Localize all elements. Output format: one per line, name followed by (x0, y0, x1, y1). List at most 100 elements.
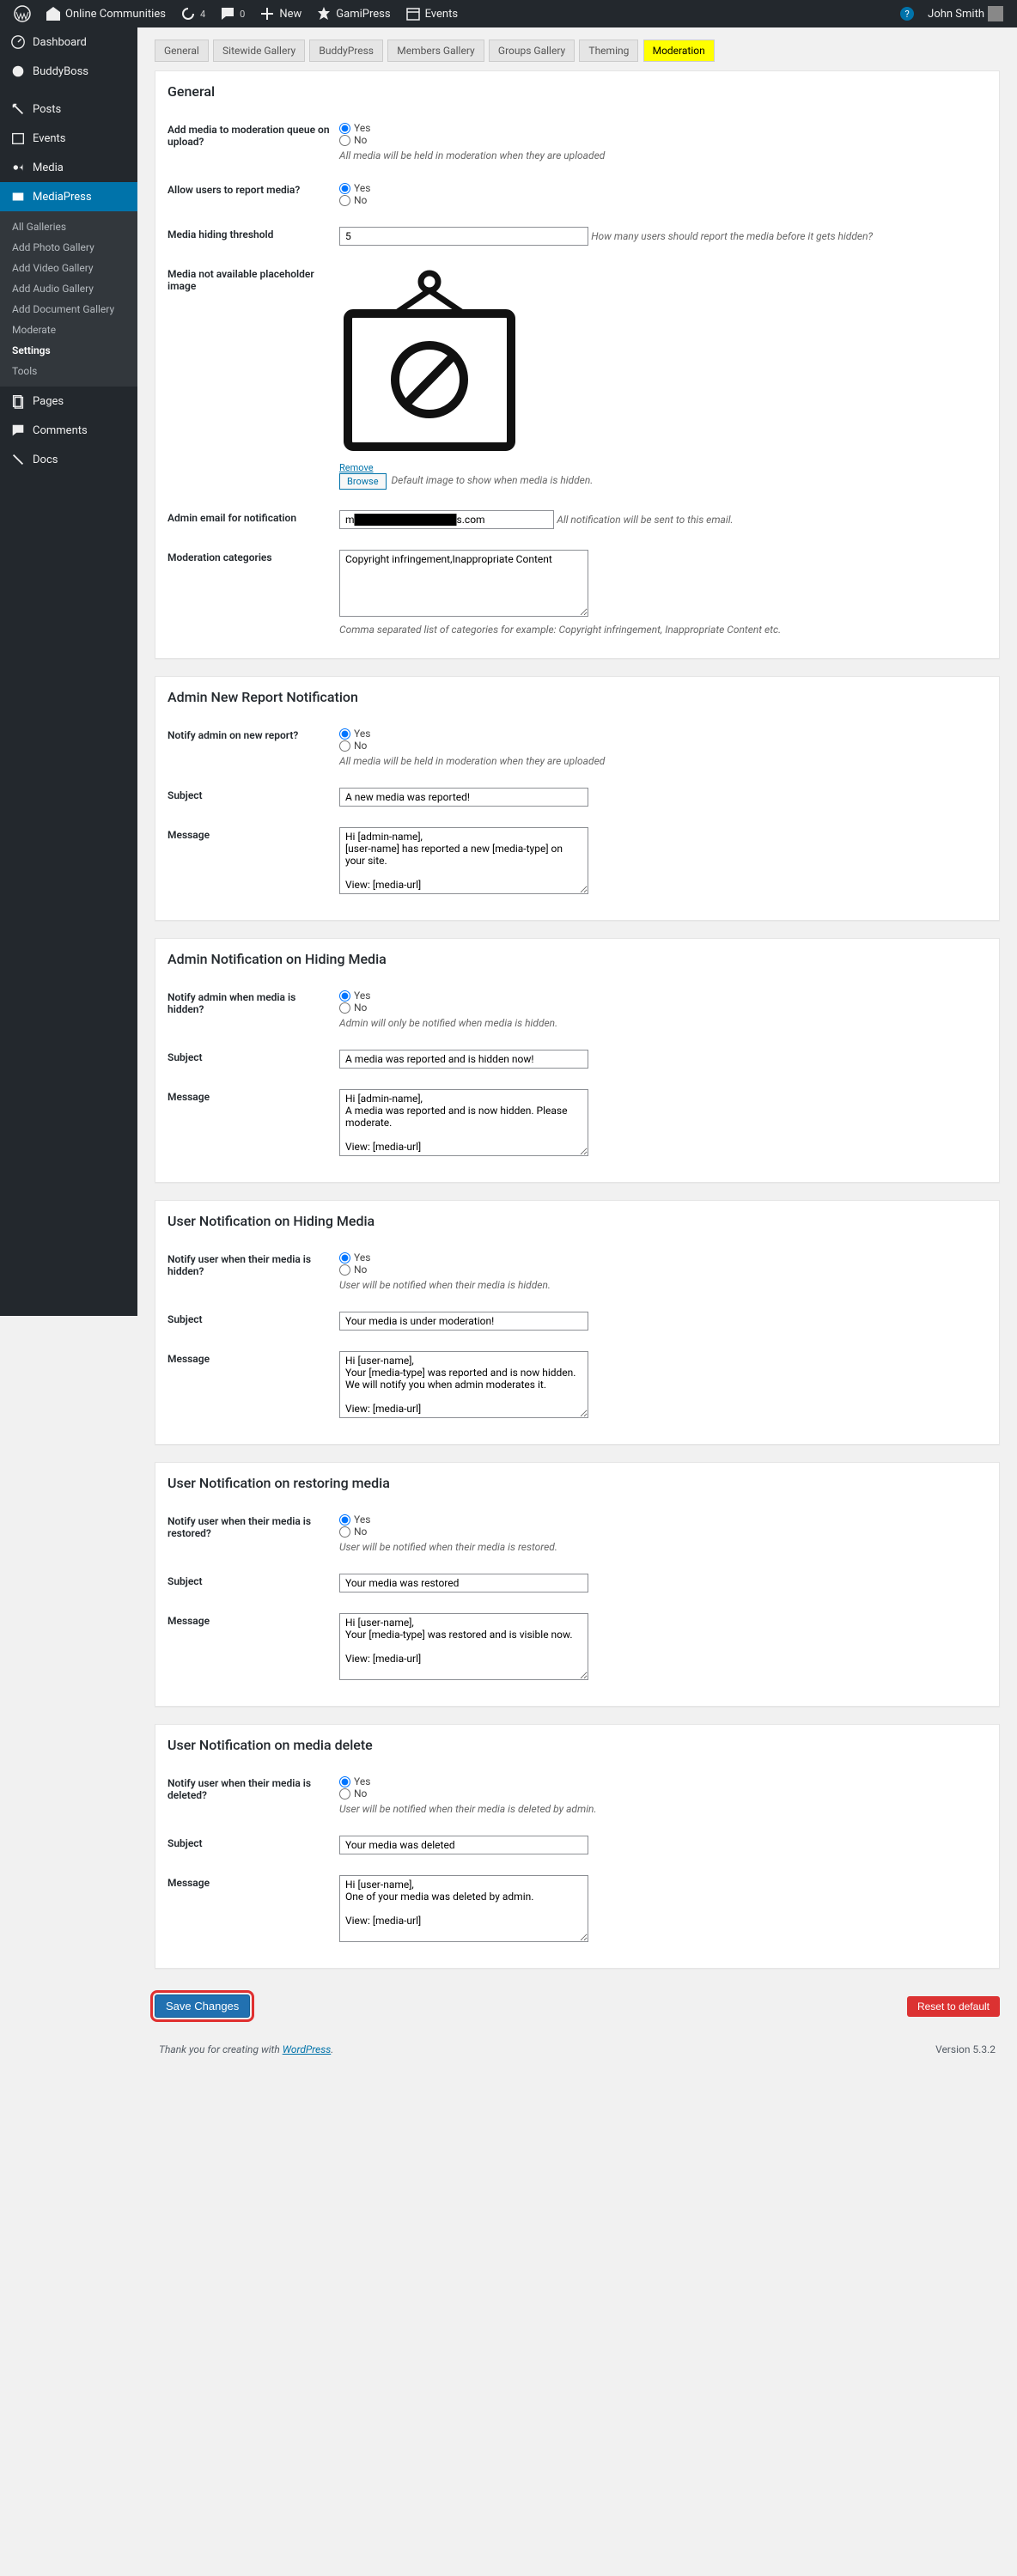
menu-docs[interactable]: Docs (0, 445, 137, 474)
submenu-all-galleries[interactable]: All Galleries (0, 216, 137, 237)
submenu-settings[interactable]: Settings (0, 340, 137, 361)
updates-count: 4 (200, 9, 205, 20)
user_delete-message-label: Message (167, 1865, 339, 1956)
placeholder-desc: Default image to show when media is hidd… (392, 474, 594, 486)
user_hide-message-input[interactable]: Hi [user-name], Your [media-type] was re… (339, 1351, 588, 1418)
events-link-top[interactable]: Events (398, 0, 465, 27)
admin_new-subject-input[interactable] (339, 788, 588, 807)
user_restore-no[interactable] (339, 1526, 350, 1538)
user_hide-subject-label: Subject (167, 1301, 339, 1341)
menu-media[interactable]: Media (0, 153, 137, 182)
add-media-no[interactable] (339, 135, 350, 146)
user_hide-subject-input[interactable] (339, 1312, 588, 1331)
site-name-link[interactable]: Online Communities (38, 0, 173, 27)
footer-wordpress-link[interactable]: WordPress (283, 2043, 332, 2055)
menu-posts[interactable]: Posts (0, 94, 137, 124)
user_restore-notify-label: Notify user when their media is restored… (167, 1503, 339, 1563)
admin_new-message-label: Message (167, 817, 339, 908)
footer-version: Version 5.3.2 (935, 2043, 996, 2055)
admin-email-desc: All notification will be sent to this em… (557, 514, 733, 526)
user_hide-no[interactable] (339, 1264, 350, 1276)
gamipress-text: GamiPress (336, 8, 390, 21)
user_restore-subject-input[interactable] (339, 1574, 588, 1592)
tab-general[interactable]: General (155, 40, 209, 62)
admin-email-input[interactable] (339, 510, 554, 529)
admin-email-label: Admin email for notification (167, 500, 339, 539)
user_hide-notify-desc: User will be notified when their media i… (339, 1279, 987, 1291)
save-button[interactable]: Save Changes (155, 1994, 250, 2018)
gamipress-link[interactable]: GamiPress (308, 0, 397, 27)
add-media-label: Add media to moderation queue on upload? (167, 112, 339, 172)
user_restore-yes[interactable] (339, 1514, 350, 1526)
browse-button[interactable]: Browse (339, 473, 387, 490)
section-admin_hide-title: Admin Notification on Hiding Media (155, 939, 999, 979)
menu-mediapress[interactable]: MediaPress (0, 182, 137, 211)
tab-groups[interactable]: Groups Gallery (489, 40, 575, 62)
threshold-desc: How many users should report the media b… (591, 230, 873, 242)
user_delete-yes[interactable] (339, 1776, 350, 1787)
menu-events[interactable]: Events (0, 124, 137, 153)
add-media-desc: All media will be held in moderation whe… (339, 149, 987, 161)
updates-link[interactable]: 4 (173, 0, 212, 27)
submenu-tools[interactable]: Tools (0, 361, 137, 381)
admin_hide-notify-desc: Admin will only be notified when media i… (339, 1017, 987, 1029)
tab-theming[interactable]: Theming (579, 40, 638, 62)
user_delete-subject-label: Subject (167, 1825, 339, 1865)
categories-desc: Comma separated list of categories for e… (339, 624, 987, 636)
reset-button[interactable]: Reset to default (907, 1996, 1000, 2017)
section-admin_new-title: Admin New Report Notification (155, 677, 999, 717)
admin_hide-no[interactable] (339, 1002, 350, 1014)
admin_new-yes[interactable] (339, 728, 350, 740)
user_delete-notify-desc: User will be notified when their media i… (339, 1803, 987, 1815)
allow-report-no[interactable] (339, 195, 350, 206)
submenu-add-audio[interactable]: Add Audio Gallery (0, 278, 137, 299)
placeholder-label: Media not available placeholder image (167, 256, 339, 500)
user_hide-notify-label: Notify user when their media is hidden? (167, 1241, 339, 1301)
user_delete-notify-label: Notify user when their media is deleted? (167, 1765, 339, 1825)
comments-link[interactable]: 0 (212, 0, 252, 27)
threshold-input[interactable] (339, 227, 588, 246)
avatar-icon (988, 6, 1003, 21)
submenu-add-document[interactable]: Add Document Gallery (0, 299, 137, 320)
menu-pages[interactable]: Pages (0, 387, 137, 416)
wordpress-logo[interactable] (7, 0, 38, 27)
section-user_restore-title: User Notification on restoring media (155, 1463, 999, 1503)
submenu-add-video[interactable]: Add Video Gallery (0, 258, 137, 278)
threshold-label: Media hiding threshold (167, 216, 339, 256)
tab-buddypress[interactable]: BuddyPress (309, 40, 383, 62)
mediapress-submenu: All Galleries Add Photo Gallery Add Vide… (0, 211, 137, 387)
user_restore-subject-label: Subject (167, 1563, 339, 1603)
admin_hide-message-input[interactable]: Hi [admin-name], A media was reported an… (339, 1089, 588, 1156)
user_delete-subject-input[interactable] (339, 1836, 588, 1854)
user_hide-yes[interactable] (339, 1252, 350, 1264)
admin_hide-yes[interactable] (339, 990, 350, 1002)
section-user_delete-title: User Notification on media delete (155, 1725, 999, 1765)
settings-tabs: General Sitewide Gallery BuddyPress Memb… (155, 27, 1000, 70)
user_delete-message-input[interactable]: Hi [user-name], One of your media was de… (339, 1875, 588, 1942)
submenu-add-photo[interactable]: Add Photo Gallery (0, 237, 137, 258)
new-link[interactable]: New (252, 0, 308, 27)
user_restore-notify-desc: User will be notified when their media i… (339, 1541, 987, 1553)
user_restore-message-input[interactable]: Hi [user-name], Your [media-type] was re… (339, 1613, 588, 1680)
remove-image-link[interactable]: Remove (339, 462, 387, 473)
user_restore-message-label: Message (167, 1603, 339, 1694)
comments-count: 0 (240, 9, 245, 20)
submenu-moderate[interactable]: Moderate (0, 320, 137, 340)
menu-buddyboss[interactable]: BuddyBoss (0, 57, 137, 86)
section-general-title: General (155, 71, 999, 112)
tab-members[interactable]: Members Gallery (387, 40, 484, 62)
add-media-yes[interactable] (339, 123, 350, 134)
menu-dashboard[interactable]: Dashboard (0, 27, 137, 57)
admin_hide-subject-input[interactable] (339, 1050, 588, 1069)
admin_new-message-input[interactable]: Hi [admin-name], [user-name] has reporte… (339, 827, 588, 894)
categories-input[interactable] (339, 550, 588, 617)
tab-moderation[interactable]: Moderation (643, 40, 715, 62)
menu-comments[interactable]: Comments (0, 416, 137, 445)
help-icon[interactable]: ? (900, 7, 914, 21)
allow-report-yes[interactable] (339, 183, 350, 194)
user_delete-no[interactable] (339, 1788, 350, 1800)
section-user_hide-title: User Notification on Hiding Media (155, 1201, 999, 1241)
account-link[interactable]: John Smith (921, 0, 1010, 27)
admin_new-no[interactable] (339, 740, 350, 752)
tab-sitewide[interactable]: Sitewide Gallery (213, 40, 305, 62)
